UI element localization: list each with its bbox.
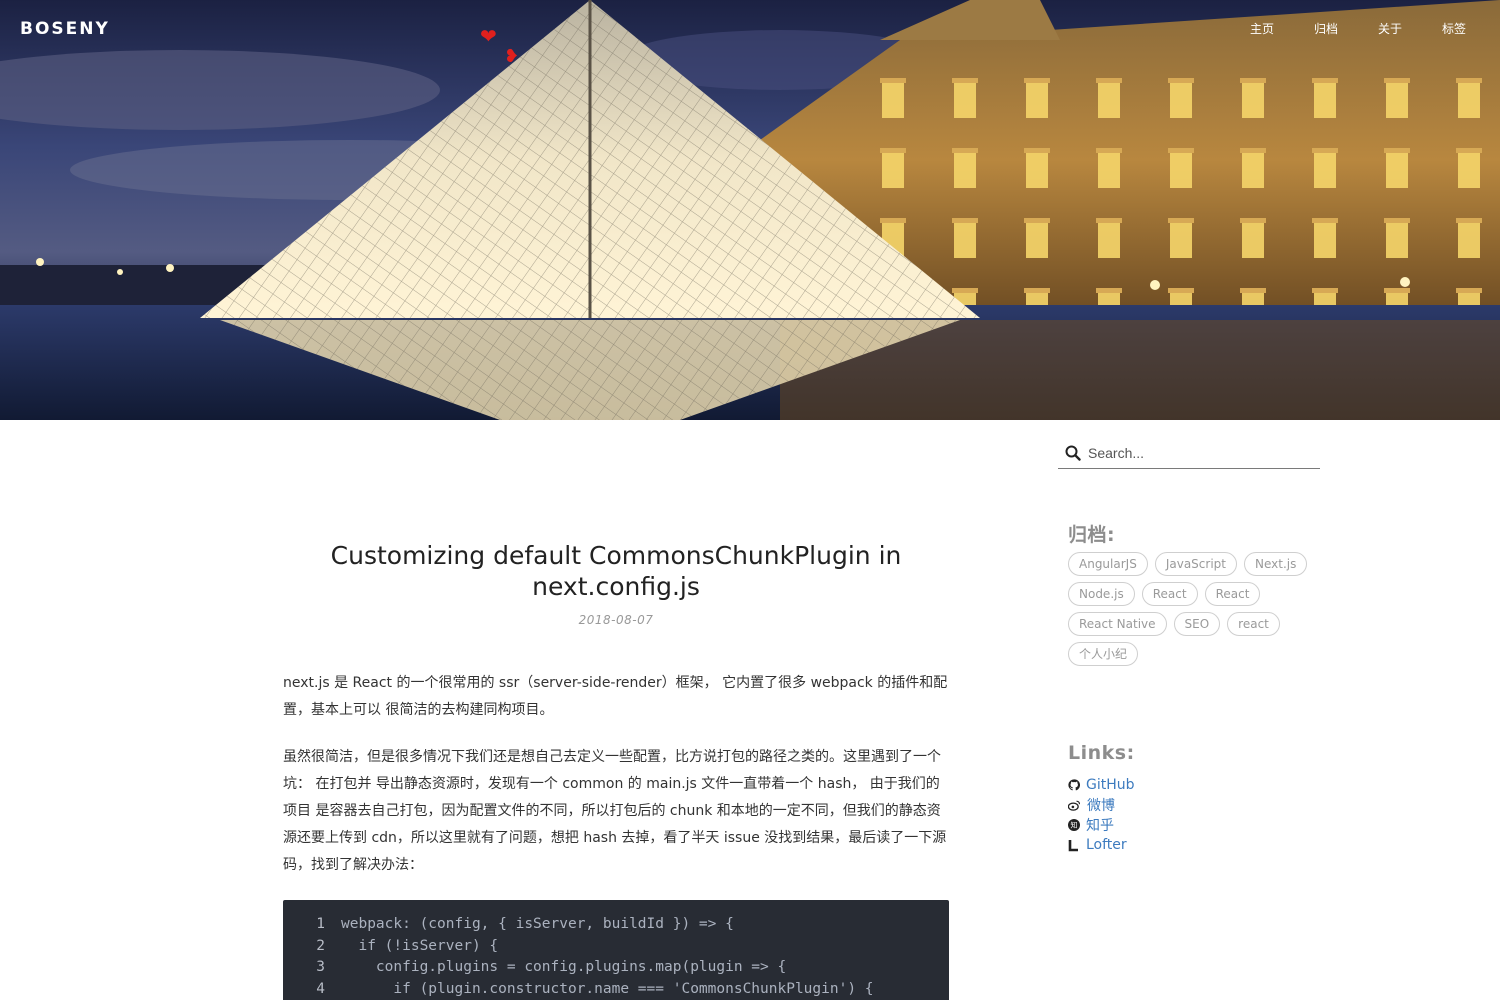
nav-archive[interactable]: 归档 [1314, 20, 1338, 37]
link-label[interactable]: GitHub [1086, 777, 1135, 793]
hero-image [0, 0, 1500, 420]
code-line: 2 if (!isServer) { [283, 936, 949, 958]
tag-item[interactable]: SEO [1173, 612, 1221, 636]
search-bar [1058, 438, 1320, 469]
social-links: GitHub 微博 知 知乎 Lofter [1068, 775, 1135, 855]
code-text: if (plugin.constructor.name === 'Commons… [341, 980, 874, 997]
link-label[interactable]: 知乎 [1086, 815, 1114, 835]
tag-item[interactable]: 个人小纪 [1068, 642, 1139, 666]
tag-item[interactable]: JavaScript [1154, 552, 1237, 576]
hero-banner: BOSENY ❤ ❥ 主页 归档 关于 标签 [0, 0, 1500, 420]
tag-item[interactable]: Next.js [1243, 552, 1308, 576]
tag-item[interactable]: React Native [1068, 612, 1167, 636]
tag-cloud: AngularJS JavaScript Next.js Node.js Rea… [1068, 552, 1328, 666]
tag-item[interactable]: React [1141, 582, 1198, 606]
code-line: 1 webpack: (config, { isServer, buildId … [283, 914, 949, 936]
line-number: 3 [316, 959, 325, 975]
nav-about[interactable]: 关于 [1378, 20, 1402, 37]
link-lofter: Lofter [1068, 835, 1135, 855]
link-label[interactable]: 微博 [1087, 795, 1115, 815]
code-line: 4 if (plugin.constructor.name === 'Commo… [283, 979, 949, 1000]
tag-item[interactable]: AngularJS [1068, 552, 1148, 576]
archive-title: 归档: [1068, 524, 1116, 546]
search-icon[interactable] [1058, 445, 1088, 461]
heart-icon: ❥ [504, 46, 520, 67]
link-label[interactable]: Lofter [1086, 837, 1127, 853]
weibo-icon [1068, 800, 1080, 811]
search-input[interactable] [1088, 445, 1308, 461]
link-zhihu: 知 知乎 [1068, 815, 1135, 835]
code-line: 3 config.plugins = config.plugins.map(pl… [283, 957, 949, 979]
heart-icon: ❤ [480, 24, 497, 48]
tag-item[interactable]: react [1227, 612, 1280, 636]
link-weibo: 微博 [1068, 795, 1135, 815]
code-block: 1 webpack: (config, { isServer, buildId … [283, 900, 949, 1000]
code-text: config.plugins = config.plugins.map(plug… [341, 959, 787, 975]
svg-text:知: 知 [1071, 821, 1078, 830]
post-title: Customizing default CommonsChunkPlugin i… [330, 541, 902, 601]
zhihu-icon: 知 [1068, 819, 1080, 831]
line-number: 4 [316, 980, 325, 997]
nav-home[interactable]: 主页 [1250, 20, 1274, 37]
links-title: Links: [1068, 742, 1135, 764]
github-icon [1068, 779, 1080, 791]
main-nav: 主页 归档 关于 标签 [1250, 20, 1466, 37]
tag-item[interactable]: Node.js [1068, 582, 1135, 606]
post-paragraph: 虽然很简洁，但是很多情况下我们还是想自己去定义一些配置，比方说打包的路径之类的。… [283, 749, 947, 873]
site-brand[interactable]: BOSENY [20, 19, 110, 39]
link-github: GitHub [1068, 775, 1135, 795]
line-number: 2 [316, 937, 325, 954]
tag-item[interactable]: React [1204, 582, 1261, 606]
code-text: if (!isServer) { [341, 937, 499, 954]
code-text: webpack: (config, { isServer, buildId })… [341, 916, 734, 932]
post-paragraph: next.js 是 React 的一个很常用的 ssr（server-side-… [283, 675, 948, 718]
post-date: 2018-08-07 [578, 613, 654, 627]
nav-tags[interactable]: 标签 [1442, 20, 1466, 37]
lofter-icon [1068, 839, 1078, 851]
line-number: 1 [316, 916, 325, 932]
